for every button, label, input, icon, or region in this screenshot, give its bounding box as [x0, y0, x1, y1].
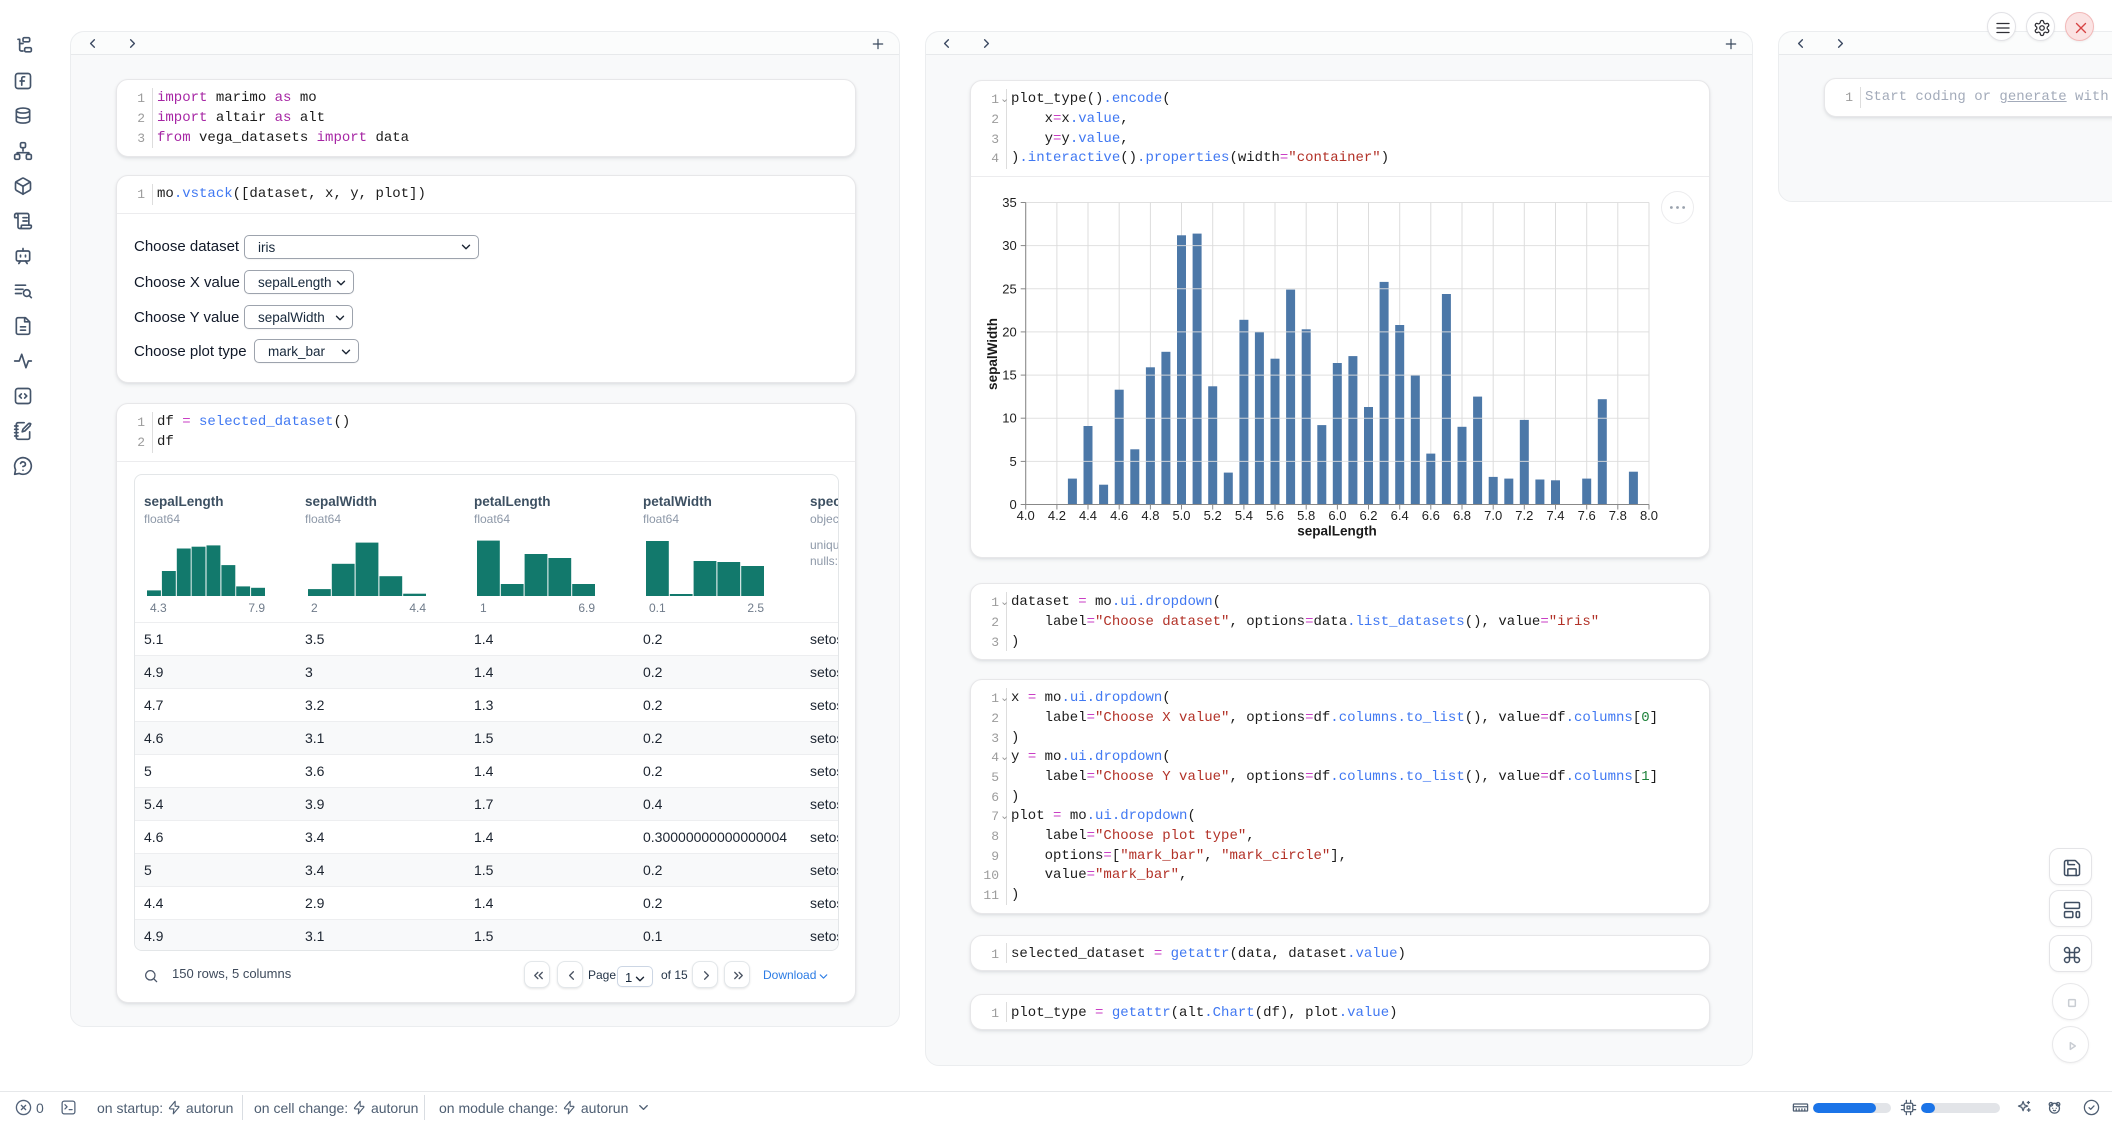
svg-text:5.8: 5.8 — [1297, 508, 1315, 523]
svg-text:sepalWidth: sepalWidth — [985, 318, 1000, 390]
svg-text:0: 0 — [1009, 497, 1016, 512]
svg-text:5.2: 5.2 — [1204, 508, 1222, 523]
svg-text:6.8: 6.8 — [1453, 508, 1471, 523]
svg-text:7.6: 7.6 — [1578, 508, 1596, 523]
svg-text:10: 10 — [1002, 411, 1016, 426]
svg-text:4.4: 4.4 — [1079, 508, 1097, 523]
svg-text:4.0: 4.0 — [1017, 508, 1035, 523]
svg-text:20: 20 — [1002, 324, 1016, 339]
svg-text:sepalLength: sepalLength — [1297, 524, 1377, 539]
svg-text:7.0: 7.0 — [1484, 508, 1502, 523]
svg-text:6.6: 6.6 — [1422, 508, 1440, 523]
svg-text:5.6: 5.6 — [1266, 508, 1284, 523]
svg-text:6.4: 6.4 — [1391, 508, 1409, 523]
svg-text:30: 30 — [1002, 238, 1016, 253]
svg-text:5: 5 — [1009, 454, 1016, 469]
svg-text:4.6: 4.6 — [1110, 508, 1128, 523]
svg-text:6.2: 6.2 — [1359, 508, 1377, 523]
svg-text:5.4: 5.4 — [1235, 508, 1253, 523]
svg-text:7.4: 7.4 — [1546, 508, 1564, 523]
svg-text:5.0: 5.0 — [1172, 508, 1190, 523]
svg-text:15: 15 — [1002, 368, 1016, 383]
svg-text:25: 25 — [1002, 281, 1016, 296]
svg-text:6.0: 6.0 — [1328, 508, 1346, 523]
svg-text:7.8: 7.8 — [1609, 508, 1627, 523]
svg-text:4.8: 4.8 — [1141, 508, 1159, 523]
svg-text:8.0: 8.0 — [1640, 508, 1658, 523]
svg-text:4.2: 4.2 — [1048, 508, 1066, 523]
svg-text:35: 35 — [1002, 195, 1016, 210]
svg-text:7.2: 7.2 — [1515, 508, 1533, 523]
